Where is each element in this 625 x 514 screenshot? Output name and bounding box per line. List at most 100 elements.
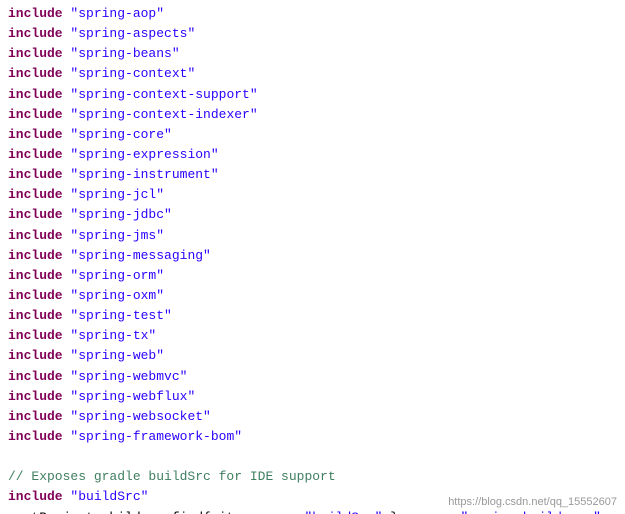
code-token-normal bbox=[63, 145, 71, 165]
code-token-string: "spring-context-support" bbox=[70, 85, 257, 105]
code-token-normal bbox=[63, 226, 71, 246]
code-token-string: "spring-web" bbox=[70, 346, 164, 366]
code-token-normal bbox=[63, 407, 71, 427]
code-line: include "spring-aspects" bbox=[0, 24, 625, 44]
code-token-normal bbox=[63, 125, 71, 145]
code-token-string: "spring-jcl" bbox=[70, 185, 164, 205]
code-token-normal bbox=[63, 326, 71, 346]
code-token-keyword: include bbox=[8, 387, 63, 407]
code-token-string: "spring-oxm" bbox=[70, 286, 164, 306]
code-token-keyword: include bbox=[8, 326, 63, 346]
code-line: include "spring-webmvc" bbox=[0, 367, 625, 387]
code-token-string: "spring-webmvc" bbox=[70, 367, 187, 387]
code-token-string: "spring-messaging" bbox=[70, 246, 210, 266]
code-line: include "spring-instrument" bbox=[0, 165, 625, 185]
code-line: // Exposes gradle buildSrc for IDE suppo… bbox=[0, 467, 625, 487]
code-token-normal bbox=[63, 306, 71, 326]
code-line: include "spring-jcl" bbox=[0, 185, 625, 205]
code-token-string: "spring-expression" bbox=[70, 145, 218, 165]
watermark: https://blog.csdn.net/qq_15552607 bbox=[448, 496, 617, 508]
code-line: include "spring-orm" bbox=[0, 266, 625, 286]
code-token-keyword: include bbox=[8, 246, 63, 266]
code-token-string: "spring-build-src" bbox=[460, 508, 600, 514]
code-token-string: "spring-framework-bom" bbox=[70, 427, 242, 447]
code-token-normal bbox=[63, 105, 71, 125]
code-token-normal bbox=[63, 427, 71, 447]
code-line: include "spring-core" bbox=[0, 125, 625, 145]
code-token-keyword: include bbox=[8, 427, 63, 447]
code-token-keyword: include bbox=[8, 487, 63, 507]
code-token-normal bbox=[63, 487, 71, 507]
code-token-string: "spring-tx" bbox=[70, 326, 156, 346]
code-token-string: "spring-aop" bbox=[70, 4, 164, 24]
code-token-string: "spring-orm" bbox=[70, 266, 164, 286]
code-token-keyword: include bbox=[8, 85, 63, 105]
code-line: include "spring-framework-bom" bbox=[0, 427, 625, 447]
code-token-normal bbox=[63, 64, 71, 84]
code-token-keyword: include bbox=[8, 44, 63, 64]
code-token-keyword: include bbox=[8, 205, 63, 225]
code-token-string: "spring-core" bbox=[70, 125, 171, 145]
code-token-keyword: include bbox=[8, 266, 63, 286]
code-token-string: "spring-instrument" bbox=[70, 165, 218, 185]
code-token-normal bbox=[63, 185, 71, 205]
code-line: rootProject.children.find{ it.name == "b… bbox=[0, 508, 625, 514]
code-token-string: "spring-jms" bbox=[70, 226, 164, 246]
code-token-keyword: include bbox=[8, 407, 63, 427]
code-token-keyword: include bbox=[8, 64, 63, 84]
code-token-keyword: include bbox=[8, 105, 63, 125]
code-line: include "spring-aop" bbox=[0, 4, 625, 24]
code-token-keyword: include bbox=[8, 24, 63, 44]
code-token-string: "spring-websocket" bbox=[70, 407, 210, 427]
code-token-string: "spring-test" bbox=[70, 306, 171, 326]
code-token-keyword: include bbox=[8, 367, 63, 387]
code-token-keyword: include bbox=[8, 306, 63, 326]
code-line: include "spring-beans" bbox=[0, 44, 625, 64]
code-token-normal bbox=[63, 266, 71, 286]
code-token-normal: rootProject.children.find{ it.name == bbox=[8, 508, 304, 514]
code-line: include "spring-web" bbox=[0, 346, 625, 366]
code-token-comment: // Exposes gradle buildSrc for IDE suppo… bbox=[8, 467, 336, 487]
code-token-string: "spring-jdbc" bbox=[70, 205, 171, 225]
code-token-keyword: include bbox=[8, 145, 63, 165]
code-token-keyword: include bbox=[8, 125, 63, 145]
code-line: include "spring-oxm" bbox=[0, 286, 625, 306]
code-token-string: "buildSrc" bbox=[70, 487, 148, 507]
code-token-string: "spring-context-indexer" bbox=[70, 105, 257, 125]
code-token-string: "spring-aspects" bbox=[70, 24, 195, 44]
code-line: include "spring-expression" bbox=[0, 145, 625, 165]
code-line: include "spring-webflux" bbox=[0, 387, 625, 407]
code-token-normal bbox=[63, 286, 71, 306]
code-token-normal bbox=[63, 44, 71, 64]
code-token-normal bbox=[63, 165, 71, 185]
code-token-normal bbox=[63, 387, 71, 407]
code-token-normal bbox=[63, 367, 71, 387]
code-line: include "spring-test" bbox=[0, 306, 625, 326]
code-line: include "spring-context-indexer" bbox=[0, 105, 625, 125]
code-token-keyword: include bbox=[8, 185, 63, 205]
code-line: include "spring-websocket" bbox=[0, 407, 625, 427]
code-token-keyword: include bbox=[8, 346, 63, 366]
code-line: include "spring-jdbc" bbox=[0, 205, 625, 225]
code-token-string: "spring-beans" bbox=[70, 44, 179, 64]
code-token-string: "buildSrc" bbox=[304, 508, 382, 514]
code-token-string: "spring-context" bbox=[70, 64, 195, 84]
code-token-normal: }.name = bbox=[382, 508, 460, 514]
code-line bbox=[0, 447, 625, 467]
code-token-keyword: include bbox=[8, 4, 63, 24]
code-line: include "spring-context" bbox=[0, 64, 625, 84]
code-line: include "spring-messaging" bbox=[0, 246, 625, 266]
code-token-keyword: include bbox=[8, 286, 63, 306]
code-token-keyword: include bbox=[8, 165, 63, 185]
code-editor: include "spring-aop"include "spring-aspe… bbox=[0, 0, 625, 514]
code-token-keyword: include bbox=[8, 226, 63, 246]
code-token-normal bbox=[63, 85, 71, 105]
code-line: include "spring-context-support" bbox=[0, 85, 625, 105]
code-token-normal bbox=[63, 205, 71, 225]
code-token-normal bbox=[63, 24, 71, 44]
code-token-normal bbox=[63, 246, 71, 266]
code-token-normal bbox=[63, 346, 71, 366]
code-line: include "spring-jms" bbox=[0, 226, 625, 246]
code-token-string: "spring-webflux" bbox=[70, 387, 195, 407]
code-line: include "spring-tx" bbox=[0, 326, 625, 346]
